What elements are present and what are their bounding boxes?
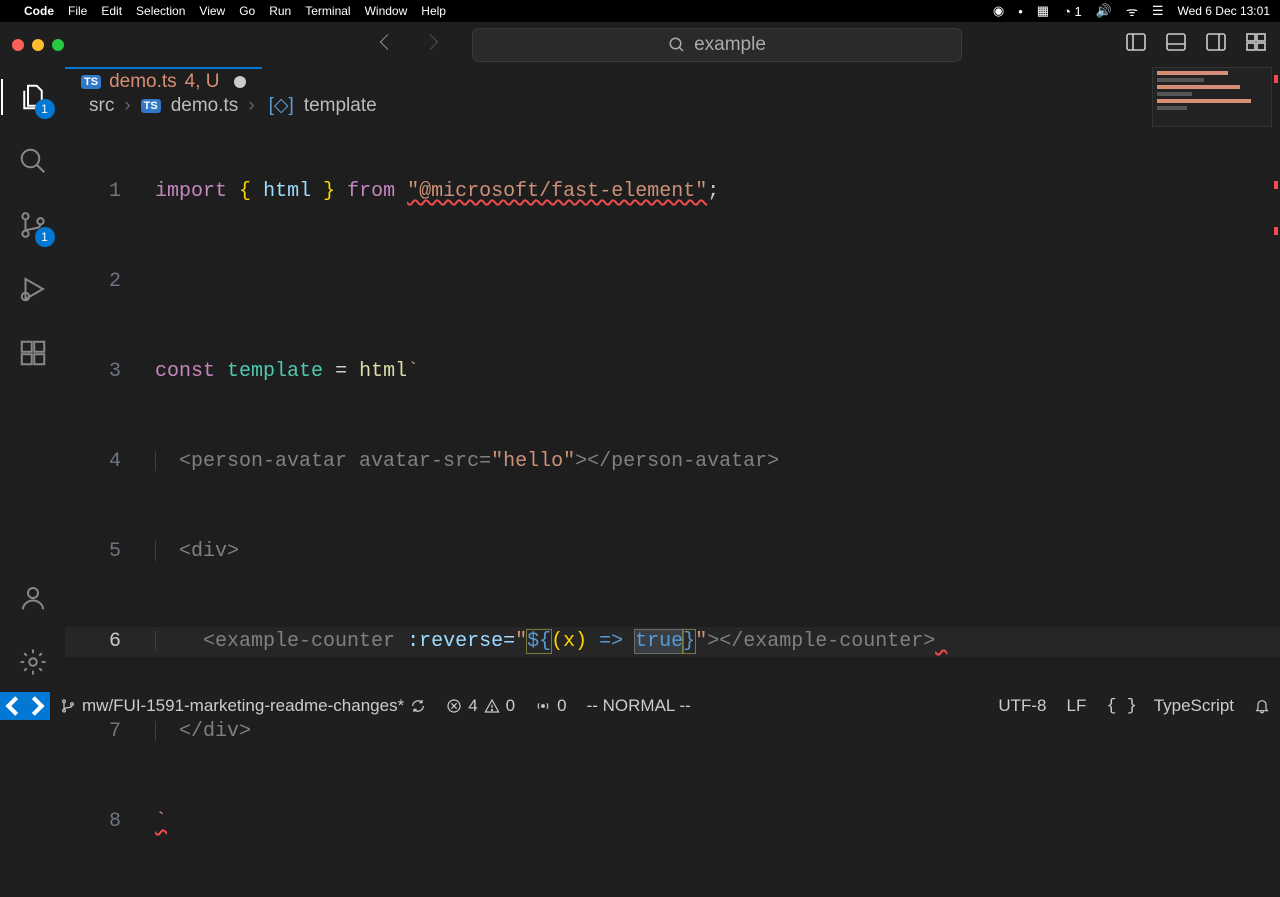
activity-settings[interactable] <box>15 644 51 680</box>
app-icon[interactable]: ▦ <box>1037 3 1049 19</box>
code-editor[interactable]: 1import { html } from "@microsoft/fast-e… <box>65 117 1280 897</box>
menu-file[interactable]: File <box>68 4 87 18</box>
minimize-window-button[interactable] <box>32 39 44 51</box>
menu-terminal[interactable]: Terminal <box>305 4 350 18</box>
close-window-button[interactable] <box>12 39 24 51</box>
activity-accounts[interactable] <box>15 580 51 616</box>
debug-icon <box>18 274 48 304</box>
layout-sidebar-right-icon[interactable] <box>1204 30 1228 59</box>
activity-bar: 1 1 <box>0 67 65 692</box>
nav-back-button[interactable] <box>374 31 396 58</box>
menu-run[interactable]: Run <box>269 4 291 18</box>
dot-icon[interactable]: • <box>1018 4 1023 19</box>
editor-group: TS demo.ts 4, U src › TS demo.ts › [◇] t… <box>65 67 1280 692</box>
ts-file-icon: TS <box>81 75 101 89</box>
macos-menubar: Code File Edit Selection View Go Run Ter… <box>0 0 1280 22</box>
breadcrumb-file[interactable]: demo.ts <box>171 95 239 117</box>
menu-edit[interactable]: Edit <box>101 4 122 18</box>
record-icon[interactable]: ◉ <box>993 3 1004 19</box>
line-number: 2 <box>65 267 155 297</box>
line-number: 4 <box>65 447 155 477</box>
menu-view[interactable]: View <box>199 4 225 18</box>
tab-dirty-indicator <box>234 76 246 88</box>
control-center-icon[interactable]: ☰ <box>1152 3 1164 19</box>
layout-customize-icon[interactable] <box>1244 30 1268 59</box>
account-icon <box>18 583 48 613</box>
activity-search[interactable] <box>15 143 51 179</box>
tab-filename: demo.ts <box>109 71 177 93</box>
menu-selection[interactable]: Selection <box>136 4 185 18</box>
line-number: 5 <box>65 537 155 567</box>
layout-sidebar-left-icon[interactable] <box>1124 30 1148 59</box>
clock[interactable]: Wed 6 Dec 13:01 <box>1177 4 1270 18</box>
line-number: 6 <box>65 627 155 657</box>
activity-run-debug[interactable] <box>15 271 51 307</box>
tab-status: 4, U <box>185 71 220 93</box>
activity-source-control[interactable]: 1 <box>15 207 51 243</box>
breadcrumb-sep: › <box>124 95 130 117</box>
editor-tabs: TS demo.ts 4, U <box>65 67 1280 94</box>
scm-badge: 1 <box>35 227 55 247</box>
layout-panel-icon[interactable] <box>1164 30 1188 59</box>
traffic-lights <box>12 39 64 51</box>
symbol-icon: [◇] <box>269 94 294 117</box>
gear-icon <box>18 647 48 677</box>
extensions-icon <box>18 338 48 368</box>
breadcrumb[interactable]: src › TS demo.ts › [◇] template <box>65 94 1280 117</box>
activity-extensions[interactable] <box>15 335 51 371</box>
line-number: 3 <box>65 357 155 387</box>
ts-file-icon: TS <box>141 99 161 113</box>
maximize-window-button[interactable] <box>52 39 64 51</box>
explorer-badge: 1 <box>35 99 55 119</box>
titlebar: example <box>0 22 1280 67</box>
breadcrumb-sep: › <box>248 95 254 117</box>
activity-explorer[interactable]: 1 <box>15 79 51 115</box>
line-number: 8 <box>65 807 155 837</box>
nav-forward-button[interactable] <box>422 31 444 58</box>
line-number: 1 <box>65 177 155 207</box>
menu-help[interactable]: Help <box>421 4 446 18</box>
search-text: example <box>694 34 766 56</box>
breadcrumb-symbol[interactable]: template <box>304 95 377 117</box>
wifi-icon[interactable]: ᯤ <box>1126 2 1138 20</box>
command-center-search[interactable]: example <box>472 28 962 62</box>
tab-demo-ts[interactable]: TS demo.ts 4, U <box>65 67 262 94</box>
app-name[interactable]: Code <box>24 4 54 18</box>
search-icon <box>18 146 48 176</box>
breadcrumb-folder[interactable]: src <box>89 95 114 117</box>
menu-window[interactable]: Window <box>365 4 408 18</box>
remote-button[interactable] <box>0 692 50 720</box>
menu-go[interactable]: Go <box>239 4 255 18</box>
line-number: 7 <box>65 717 155 747</box>
volume-icon[interactable]: 🔊 <box>1096 3 1112 19</box>
load-icon[interactable]: ◔ 1 <box>1063 4 1082 19</box>
search-icon <box>668 36 686 54</box>
overview-error-marker[interactable] <box>1274 75 1278 83</box>
